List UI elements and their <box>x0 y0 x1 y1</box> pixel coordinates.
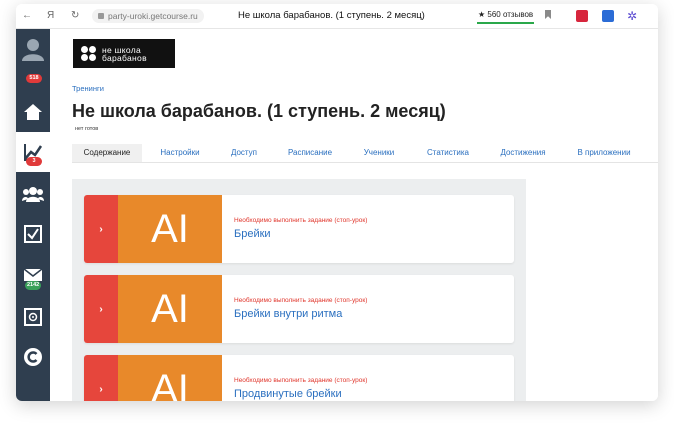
address-bar[interactable]: party-urokі.getcourse.ru <box>92 9 204 23</box>
sidebar-getcourse[interactable] <box>16 339 50 375</box>
sidebar-safe[interactable] <box>16 299 50 335</box>
tab-settings[interactable]: Настройки <box>154 144 206 162</box>
tab-access[interactable]: Доступ <box>222 144 266 162</box>
lesson-title[interactable]: Продвинутые брейки <box>234 388 342 400</box>
lesson-item[interactable]: › AI Необходимо выполнить задание (стоп-… <box>84 195 514 263</box>
tab-content[interactable]: Содержание <box>72 144 142 162</box>
chevron-right-icon[interactable]: › <box>84 275 118 343</box>
back-arrow-icon[interactable]: ← <box>22 10 32 22</box>
chevron-right-icon[interactable]: › <box>84 195 118 263</box>
lesson-thumbnail: AI <box>118 275 222 343</box>
lesson-item[interactable]: › AI Необходимо выполнить задание (стоп-… <box>84 355 514 401</box>
chevron-right-icon[interactable]: › <box>84 355 118 401</box>
yandex-logo-icon[interactable]: Я <box>47 10 54 22</box>
browser-toolbar: ← Я ↻ party-urokі.getcourse.ru Не школа … <box>16 4 658 29</box>
tab-in-app[interactable]: В приложении <box>568 144 640 162</box>
profile-badge: 518 <box>26 74 42 83</box>
tab-statistics[interactable]: Статистика <box>418 144 478 162</box>
safe-icon <box>24 308 42 326</box>
tab-achievements[interactable]: Достижения <box>492 144 554 162</box>
lesson-thumbnail: AI <box>118 195 222 263</box>
extension-blue-icon[interactable] <box>602 10 614 22</box>
tab-title: Не школа барабанов. (1 ступень. 2 месяц) <box>238 10 425 21</box>
page-subtitle: нет готов <box>75 126 99 132</box>
logo-line2: барабанов <box>102 52 147 63</box>
trainings-badge: 3 <box>26 157 42 166</box>
reload-icon[interactable]: ↻ <box>71 10 79 22</box>
breadcrumb[interactable]: Тренинги <box>72 84 104 93</box>
page-title: Не школа барабанов. (1 ступень. 2 месяц) <box>72 101 446 121</box>
sidebar: 518 3 2142 <box>16 29 50 401</box>
lesson-warning: Необходимо выполнить задание (стоп-урок) <box>234 297 368 304</box>
reviews-badge[interactable]: ★ 560 отзывов <box>477 8 535 24</box>
sidebar-profile[interactable] <box>16 31 50 67</box>
url-text: party-urokі.getcourse.ru <box>108 11 198 21</box>
extension-red-icon[interactable] <box>576 10 588 22</box>
tab-schedule[interactable]: Расписание <box>280 144 340 162</box>
sidebar-tasks[interactable] <box>16 216 50 252</box>
users-group-icon <box>22 187 44 202</box>
lesson-warning: Необходимо выполнить задание (стоп-урок) <box>234 377 368 384</box>
user-avatar-icon <box>22 39 44 61</box>
home-icon <box>24 104 42 120</box>
lesson-title[interactable]: Брейки <box>234 228 271 240</box>
logo-dots-icon <box>81 46 96 61</box>
checkbox-icon <box>24 225 42 243</box>
browser-window: ← Я ↻ party-urokі.getcourse.ru Не школа … <box>16 4 658 401</box>
messages-badge: 2142 <box>25 281 42 290</box>
lesson-title[interactable]: Брейки внутри ритма <box>234 308 342 320</box>
school-logo[interactable]: не школа барабанов <box>73 39 175 68</box>
extension-gear-icon[interactable]: ✲ <box>627 9 637 23</box>
tab-bar: Содержание Настройки Доступ Расписание У… <box>72 144 658 163</box>
lesson-thumbnail: AI <box>118 355 222 401</box>
lesson-item[interactable]: › AI Необходимо выполнить задание (стоп-… <box>84 275 514 343</box>
tab-students[interactable]: Ученики <box>354 144 404 162</box>
lesson-warning: Необходимо выполнить задание (стоп-урок) <box>234 217 368 224</box>
getcourse-logo-icon <box>24 348 42 366</box>
main-content: не школа барабанов Тренинги Не школа бар… <box>50 29 658 401</box>
sidebar-home[interactable] <box>16 94 50 130</box>
lesson-list: › AI Необходимо выполнить задание (стоп-… <box>72 179 526 401</box>
sidebar-trainings[interactable] <box>16 132 50 172</box>
bookmark-icon[interactable] <box>545 10 551 19</box>
sidebar-users[interactable] <box>16 176 50 212</box>
lock-icon <box>98 12 104 19</box>
